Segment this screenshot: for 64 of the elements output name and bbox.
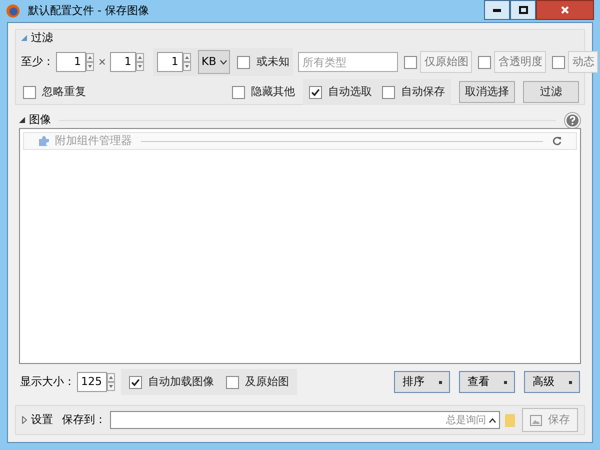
chevron-down-icon [220, 60, 228, 64]
number-field[interactable]: 1 [56, 52, 86, 72]
section-title: 过滤 [31, 30, 53, 46]
dropdown-icon [438, 380, 442, 384]
checkbox[interactable] [129, 376, 142, 388]
spinner-icon[interactable] [183, 53, 192, 71]
unit-dropdown[interactable]: KB [198, 50, 230, 74]
field-label: 至少： [21, 54, 54, 70]
checkbox-label: 或未知 [256, 54, 290, 70]
checkbox-label: 隐藏其他 [251, 84, 295, 100]
save-path-field[interactable]: 总是询问 [110, 411, 500, 429]
spinner-icon[interactable] [136, 53, 144, 71]
times-sign: × [98, 56, 106, 70]
option-button[interactable]: 动态 [568, 51, 598, 73]
checkbox-label: 自动选取 [328, 84, 372, 100]
checkbox[interactable] [404, 56, 418, 68]
checkbox[interactable] [309, 86, 322, 98]
field-label: 保存到： [62, 412, 106, 428]
number-field[interactable]: 1 [157, 52, 184, 72]
field-label: 显示大小： [20, 374, 75, 390]
addon-title: 附加组件管理器 [55, 132, 132, 149]
chevron-up-icon [489, 418, 496, 422]
section-title: 设置 [31, 412, 53, 428]
close-icon [561, 6, 569, 14]
collapse-icon[interactable] [19, 117, 25, 123]
button[interactable]: 取消选择 [459, 81, 515, 103]
window-title: 默认配置文件 - 保存图像 [28, 2, 149, 19]
menu-button[interactable]: 排序 [394, 371, 450, 393]
checkbox[interactable] [237, 56, 250, 68]
dropdown-icon [504, 380, 506, 384]
menu-button[interactable]: 查看 [459, 371, 515, 393]
type-field[interactable]: 所有类型 [298, 52, 398, 72]
close-button[interactable] [536, 0, 594, 20]
image-icon [530, 414, 542, 426]
maximize-icon [518, 6, 528, 14]
checkbox[interactable] [552, 56, 566, 68]
checkbox-label: 自动保存 [401, 84, 445, 100]
checkbox[interactable] [382, 86, 395, 98]
button[interactable]: 过滤 [523, 81, 579, 103]
checkbox-label: 忽略重复 [42, 84, 86, 100]
checkbox[interactable] [226, 376, 239, 388]
browser-logo-icon [6, 4, 20, 18]
checkbox-label: 及原始图 [245, 374, 289, 390]
spinner-icon[interactable] [86, 53, 94, 71]
number-field[interactable]: 125 [77, 372, 107, 392]
spinner-icon[interactable] [107, 373, 115, 391]
option-button[interactable]: 含透明度 [494, 51, 546, 73]
checkbox[interactable] [23, 86, 36, 98]
checkbox[interactable] [478, 56, 492, 68]
maximize-button[interactable] [510, 0, 536, 20]
field-hint: 总是询问 [446, 414, 486, 428]
puzzle-icon [38, 135, 50, 147]
minimize-button[interactable] [484, 0, 510, 20]
help-icon[interactable] [564, 112, 581, 128]
section-title: 图像 [29, 112, 51, 128]
checkbox-label: 自动加载图像 [148, 374, 214, 390]
expand-icon[interactable] [22, 416, 27, 424]
menu-button[interactable]: 高级 [524, 371, 580, 393]
dropdown-icon [568, 380, 572, 384]
option-button[interactable]: 仅原始图 [420, 51, 472, 73]
refresh-icon[interactable] [552, 136, 562, 146]
number-field[interactable]: 1 [110, 52, 136, 72]
minimize-icon [493, 8, 501, 12]
checkbox[interactable] [232, 86, 245, 98]
